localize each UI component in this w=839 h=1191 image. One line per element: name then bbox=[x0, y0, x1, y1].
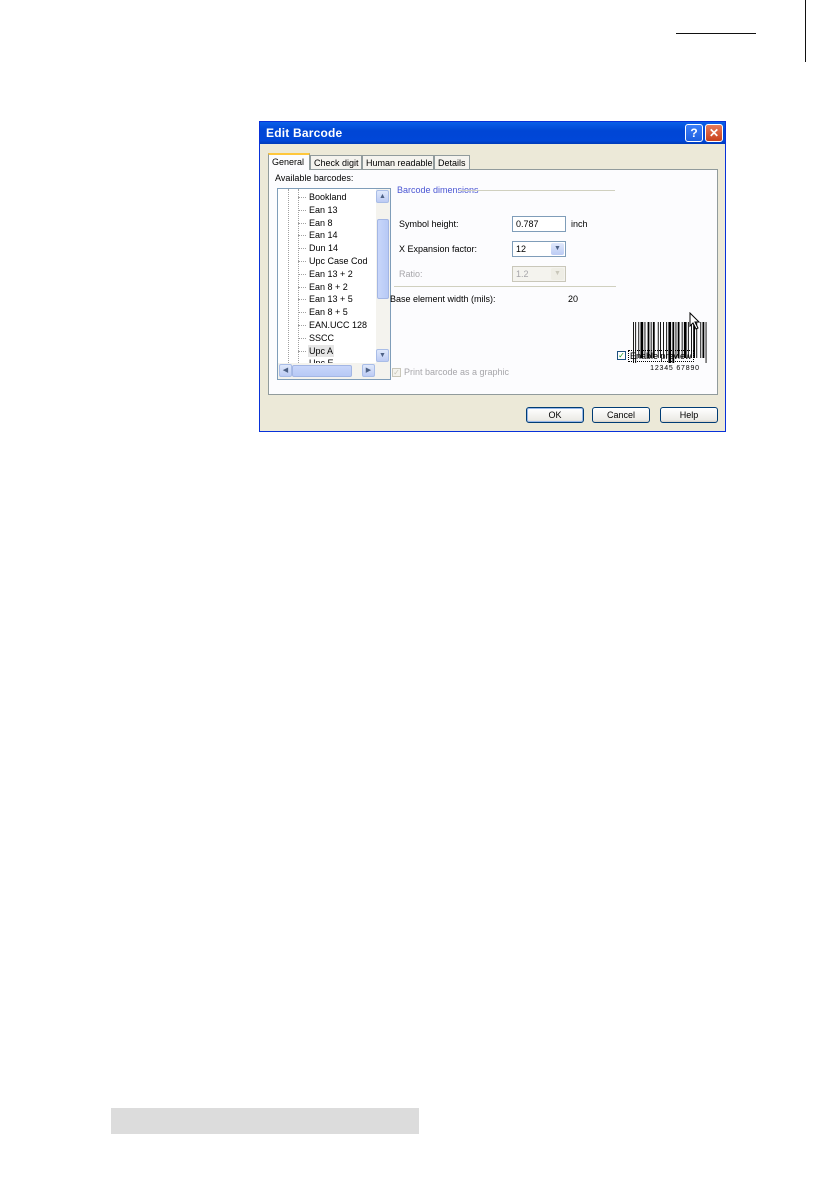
help-button[interactable]: Help bbox=[660, 407, 718, 423]
list-item[interactable]: Ean 14 bbox=[308, 229, 339, 241]
chevron-down-icon[interactable]: ▼ bbox=[551, 243, 564, 255]
tab-general[interactable]: General bbox=[268, 153, 310, 170]
tab-check-digit[interactable]: Check digit bbox=[310, 155, 362, 169]
crop-mark-top-right bbox=[676, 33, 756, 34]
symbol-height-unit: inch bbox=[571, 219, 588, 229]
list-item[interactable]: Bookland bbox=[308, 191, 348, 203]
print-graphic-checkbox[interactable]: ✓ bbox=[392, 368, 401, 377]
tree-branch bbox=[298, 209, 306, 211]
barcode-bar bbox=[705, 322, 707, 363]
symbol-height-label: Symbol height: bbox=[399, 219, 459, 229]
footer-bar bbox=[111, 1108, 419, 1134]
list-item[interactable]: SSCC bbox=[308, 332, 335, 344]
chevron-down-icon[interactable]: ▼ bbox=[551, 268, 564, 280]
ratio-value: 1.2 bbox=[516, 269, 529, 279]
enable-preview-checkbox[interactable]: ✓ bbox=[617, 351, 626, 360]
ok-button[interactable]: OK bbox=[526, 407, 584, 423]
tree-branch bbox=[298, 222, 306, 224]
edit-barcode-dialog: Edit Barcode ? ✕ General Check digit Hum… bbox=[259, 121, 726, 432]
list-item[interactable]: Upc A bbox=[308, 344, 335, 357]
tree-branch bbox=[298, 337, 306, 339]
tree-branch bbox=[298, 273, 306, 275]
tree-branch bbox=[298, 350, 306, 352]
barcode-list[interactable]: Bookland Ean 13 Ean 8 Ean 14 Dun 14 Upc Case … bbox=[277, 188, 391, 380]
group-divider bbox=[459, 190, 615, 191]
x-expansion-select[interactable]: 12 ▼ bbox=[512, 241, 566, 257]
base-element-width-value: 20 bbox=[568, 294, 579, 304]
close-button[interactable]: ✕ bbox=[705, 124, 723, 142]
tree-branch bbox=[298, 261, 306, 262]
list-item[interactable]: Ean 8 + 2 bbox=[308, 281, 349, 293]
tree-branch bbox=[298, 235, 306, 237]
tab-details[interactable]: Details bbox=[434, 155, 470, 169]
enable-preview-label[interactable]: Enable preview bbox=[628, 350, 694, 362]
barcode-digits: 12345 67890 bbox=[650, 365, 700, 372]
tree-branch bbox=[298, 286, 306, 288]
vertical-scroll-thumb[interactable] bbox=[377, 219, 389, 299]
tree-branch bbox=[298, 197, 306, 198]
tab-human-readable[interactable]: Human readable bbox=[362, 155, 434, 169]
ratio-select[interactable]: 1.2 ▼ bbox=[512, 266, 566, 282]
list-item[interactable]: EAN.UCC 128 bbox=[308, 319, 368, 331]
list-item[interactable]: Ean 8 + 5 bbox=[308, 306, 349, 318]
list-item[interactable]: Ean 13 bbox=[308, 204, 339, 216]
vertical-scrollbar[interactable]: ▲ ▼ bbox=[376, 189, 390, 363]
barcode-preview-image: 12345 67890 bbox=[633, 322, 707, 372]
base-element-width-label: Base element width (mils): bbox=[390, 294, 496, 304]
print-graphic-label: Print barcode as a graphic bbox=[404, 367, 510, 377]
crop-mark-right-vertical bbox=[805, 0, 806, 62]
divider bbox=[394, 286, 616, 287]
tree-branch bbox=[298, 299, 306, 301]
list-item[interactable]: Dun 14 bbox=[308, 242, 339, 254]
symbol-height-input[interactable]: 0.787 bbox=[512, 216, 566, 232]
list-item[interactable]: Ean 13 + 5 bbox=[308, 293, 354, 305]
barcode-bar bbox=[702, 322, 705, 358]
list-item[interactable]: Upc Case Cod bbox=[308, 255, 369, 267]
help-title-button[interactable]: ? bbox=[685, 124, 703, 142]
tree-branch bbox=[298, 248, 306, 250]
cancel-button[interactable]: Cancel bbox=[592, 407, 650, 423]
horizontal-scrollbar[interactable]: ◀ ▶ bbox=[278, 363, 390, 379]
barcode-list-items: Bookland Ean 13 Ean 8 Ean 14 Dun 14 Upc Case … bbox=[278, 189, 374, 368]
scroll-up-icon[interactable]: ▲ bbox=[376, 190, 389, 203]
scroll-left-icon[interactable]: ◀ bbox=[279, 364, 292, 377]
list-item[interactable]: Ean 13 + 2 bbox=[308, 268, 354, 280]
x-expansion-value: 12 bbox=[516, 244, 527, 254]
available-barcodes-label: Available barcodes: bbox=[275, 173, 354, 183]
ratio-label: Ratio: bbox=[399, 269, 423, 279]
mouse-cursor-icon bbox=[689, 312, 701, 330]
x-expansion-label: X Expansion factor: bbox=[399, 244, 478, 254]
tree-line bbox=[288, 189, 289, 363]
scroll-right-icon[interactable]: ▶ bbox=[362, 364, 375, 377]
title-bar[interactable]: Edit Barcode ? ✕ bbox=[260, 122, 725, 144]
dialog-title: Edit Barcode bbox=[266, 126, 343, 140]
tree-branch bbox=[298, 312, 306, 314]
general-tab-panel: Available barcodes: Bookland Ean 13 Ean 8E… bbox=[268, 169, 718, 395]
scroll-down-icon[interactable]: ▼ bbox=[376, 349, 389, 362]
list-item[interactable]: Ean 8 bbox=[308, 217, 334, 229]
tree-branch bbox=[298, 325, 306, 326]
horizontal-scroll-thumb[interactable] bbox=[292, 365, 352, 377]
